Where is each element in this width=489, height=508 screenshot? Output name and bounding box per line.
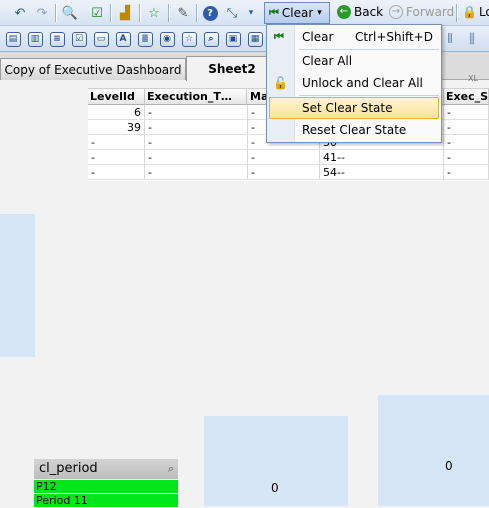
menu-item-label: Set Clear State — [302, 101, 393, 115]
chart-icon[interactable]: ▟ — [115, 3, 135, 23]
listbox-cl-period-title[interactable]: cl_period ⌕ — [34, 459, 178, 479]
column-header-levelid[interactable]: LevelId — [88, 89, 145, 105]
forward-button[interactable]: → Forward — [389, 5, 454, 19]
menu-item-shortcut: Ctrl+Shift+D — [355, 30, 433, 44]
left-chart-panel[interactable] — [0, 214, 35, 357]
toolbar-separator — [168, 4, 169, 22]
table-cell[interactable]: 41-- — [320, 150, 444, 165]
clear-button[interactable]: ⏮ Clear ▾ — [264, 2, 330, 24]
table-cell[interactable]: - — [444, 120, 489, 135]
menu-item-unlock-and-clear-all[interactable]: 🔓 Unlock and Clear All — [267, 72, 441, 94]
align-left-icon[interactable]: ⫴ — [440, 29, 460, 49]
table-box-object-icon[interactable]: ▭ — [91, 29, 111, 49]
help-icon[interactable]: ? — [200, 3, 220, 23]
toolbar-separator — [456, 4, 457, 22]
tab-label: Sheet2 — [208, 62, 256, 76]
overflow-chevron-icon[interactable]: ▾ — [244, 3, 258, 23]
unlock-icon: 🔓 — [273, 76, 288, 90]
undo-icon[interactable]: ↶ — [10, 3, 30, 23]
menu-item-clear[interactable]: ⏮ Clear Ctrl+Shift+D — [267, 26, 441, 48]
clear-dropdown-menu: ⏮ Clear Ctrl+Shift+D Clear All 🔓 Unlock … — [266, 24, 442, 143]
sheet-object-icon[interactable]: ▤ — [3, 29, 23, 49]
column-header-exec-st[interactable]: Exec_St — [444, 89, 489, 105]
context-help-icon[interactable]: ⤡ — [222, 3, 242, 23]
lock-icon: 🔒 — [462, 5, 477, 19]
table-cell[interactable]: 39 — [88, 120, 145, 135]
forward-arrow-icon: → — [389, 5, 403, 19]
tab-label: Copy of Executive Dashboard — [4, 62, 182, 77]
menu-item-reset-clear-state[interactable]: Reset Clear State — [267, 119, 441, 141]
tab-overflow-hint: XL — [468, 74, 478, 83]
toolbar-separator — [55, 4, 56, 22]
table-cell[interactable]: - — [444, 105, 489, 120]
table-cell[interactable]: - — [145, 120, 248, 135]
right-chart-panel[interactable]: 0 — [378, 395, 489, 506]
bookmark-star-icon[interactable]: ☆ — [144, 3, 164, 23]
column-header-execution-time[interactable]: Execution_T… — [145, 89, 247, 105]
redo-icon[interactable]: ↷ — [32, 3, 52, 23]
menu-item-set-clear-state[interactable]: Set Clear State — [269, 97, 439, 119]
table-cell[interactable]: - — [88, 165, 145, 180]
listbox-title: cl_period — [39, 461, 98, 476]
table-cell[interactable]: - — [88, 135, 145, 150]
table-cell[interactable]: - — [248, 165, 320, 180]
right-chart-value: 0 — [445, 459, 453, 473]
list-item[interactable]: P12 — [34, 480, 178, 494]
line-object-icon[interactable]: ≣ — [135, 29, 155, 49]
checkbox-icon[interactable]: ☑ — [87, 3, 107, 23]
table-cell[interactable]: - — [145, 105, 248, 120]
table-cell[interactable]: - — [444, 165, 489, 180]
clear-icon: ⏮ — [269, 6, 279, 19]
menu-item-clear-all[interactable]: Clear All — [267, 50, 441, 72]
main-toolbar: ↶ ↷ 🔍 ☑ ▟ ☆ ✎ ? ⤡ ▾ ⏮ Clear ▾ ← Back → F… — [0, 0, 489, 26]
menu-item-label: Clear All — [302, 54, 353, 68]
clear-icon: ⏮ — [274, 30, 284, 43]
toolbar-separator — [139, 4, 140, 22]
toolbar-separator — [196, 4, 197, 22]
table-cell[interactable]: - — [145, 150, 248, 165]
table-cell[interactable]: - — [444, 150, 489, 165]
input-box-object-icon[interactable]: ▦ — [245, 29, 265, 49]
multi-box-object-icon[interactable]: ☑ — [69, 29, 89, 49]
text-object-icon[interactable]: A — [113, 29, 133, 49]
tab-sheet2[interactable]: Sheet2 — [186, 56, 278, 81]
back-arrow-icon: ← — [337, 5, 351, 19]
toolbar-separator — [110, 4, 111, 22]
menu-separator — [299, 95, 439, 96]
menu-item-label: Unlock and Clear All — [302, 76, 423, 90]
slider-object-icon[interactable]: ◉ — [157, 29, 177, 49]
edit-icon[interactable]: ✎ — [173, 3, 193, 23]
search-object-icon[interactable]: ⌕ — [201, 29, 221, 49]
align-center-icon[interactable]: ⫼ — [462, 29, 482, 49]
search-icon[interactable]: 🔍 — [60, 3, 80, 23]
table-cell[interactable]: - — [444, 135, 489, 150]
table-cell[interactable]: 6 — [88, 105, 145, 120]
menu-item-label: Clear — [302, 30, 334, 44]
bookmark-object-icon[interactable]: ☆ — [179, 29, 199, 49]
table-cell[interactable]: - — [145, 135, 248, 150]
forward-label: Forward — [406, 5, 455, 19]
table-cell[interactable]: - — [88, 150, 145, 165]
middle-chart-value: 0 — [271, 481, 279, 495]
chevron-down-icon: ▾ — [317, 8, 322, 18]
table-cell[interactable]: - — [145, 165, 248, 180]
search-icon[interactable]: ⌕ — [168, 459, 174, 479]
menu-item-label: Reset Clear State — [302, 123, 407, 137]
table-cell[interactable]: - — [248, 150, 320, 165]
lock-label: Lo — [478, 5, 489, 19]
table-cell[interactable]: 54-- — [320, 165, 444, 180]
tab-copy-of-executive-dashboard[interactable]: Copy of Executive Dashboard — [0, 58, 186, 80]
lock-button[interactable]: 🔒 Lo — [462, 5, 489, 19]
clear-label: Clear — [281, 6, 314, 20]
middle-chart-panel[interactable]: 0 — [204, 416, 348, 506]
back-button[interactable]: ← Back — [337, 5, 383, 19]
bar-chart-object-icon[interactable]: ▥ — [25, 29, 45, 49]
container-object-icon[interactable]: ▣ — [223, 29, 243, 49]
list-box-object-icon[interactable]: ≡ — [47, 29, 67, 49]
back-label: Back — [354, 5, 384, 19]
